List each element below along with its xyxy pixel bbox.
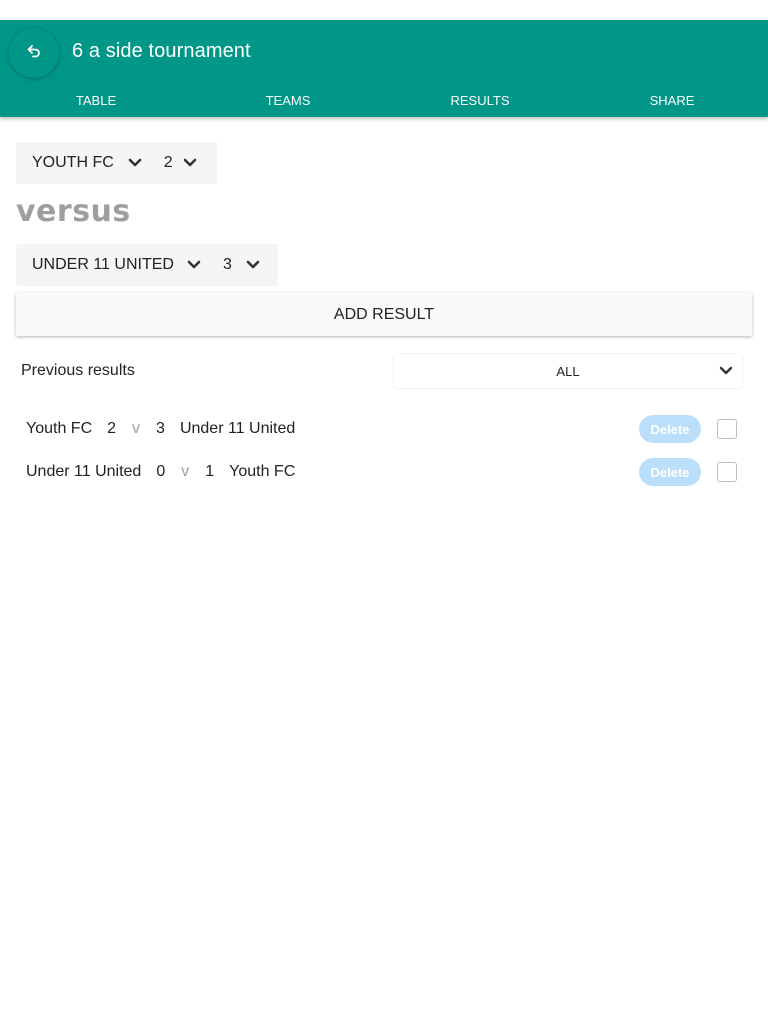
result-team2: Youth FC <box>229 463 296 480</box>
away-score-value: 3 <box>222 256 232 273</box>
result-score2: 1 <box>205 463 215 480</box>
result-score2: 3 <box>156 420 165 437</box>
result-row: Youth FC 2 v 3 Under 11 United Delete <box>26 414 742 444</box>
away-team-select[interactable]: UNDER 11 UNITED <box>32 244 201 286</box>
delete-button[interactable]: Delete <box>639 415 701 443</box>
home-team-row: YOUTH FC 2 <box>16 142 217 184</box>
select-checkbox[interactable] <box>717 462 737 482</box>
tab-teams[interactable]: Teams <box>192 91 384 117</box>
add-result-button[interactable]: Add result <box>16 293 752 336</box>
result-vs: v <box>132 420 141 437</box>
home-score-select[interactable]: 2 <box>164 142 197 184</box>
away-team-row: UNDER 11 UNITED 3 <box>16 244 278 286</box>
result-score1: 0 <box>156 463 166 480</box>
tab-bar: Table Teams Results Share <box>0 91 768 117</box>
undo-arrow-icon <box>26 43 42 64</box>
home-team-value: YOUTH FC <box>32 154 114 171</box>
tab-results[interactable]: Results <box>384 91 576 117</box>
page-title: 6 a side tournament <box>72 40 251 62</box>
results-filter-value: All <box>556 363 580 379</box>
tab-table[interactable]: Table <box>0 91 192 117</box>
result-vs: v <box>181 463 190 480</box>
chevron-down-icon <box>246 260 260 270</box>
chevron-down-icon <box>128 158 142 168</box>
versus-label: versus <box>16 194 131 229</box>
home-team-select[interactable]: YOUTH FC <box>32 142 142 184</box>
result-team2: Under 11 United <box>179 420 296 437</box>
app-bar: 6 a side tournament Table Teams Results … <box>0 20 768 117</box>
chevron-down-icon <box>187 260 201 270</box>
result-score1: 2 <box>107 420 117 437</box>
results-filter-select[interactable]: All <box>394 354 742 388</box>
away-team-value: UNDER 11 UNITED <box>32 256 174 273</box>
previous-results-label: Previous results <box>21 362 135 379</box>
chevron-down-icon <box>719 366 733 376</box>
select-checkbox[interactable] <box>717 419 737 439</box>
away-score-select[interactable]: 3 <box>223 244 260 286</box>
back-button[interactable] <box>9 28 59 78</box>
delete-button[interactable]: Delete <box>639 458 701 486</box>
tab-share[interactable]: Share <box>576 91 768 117</box>
result-row: Under 11 United 0 v 1 Youth FC Delete <box>26 457 742 487</box>
result-team1: Youth FC <box>26 420 93 437</box>
result-team1: Under 11 United <box>26 463 142 480</box>
chevron-down-icon <box>183 158 197 168</box>
home-score-value: 2 <box>163 154 173 171</box>
